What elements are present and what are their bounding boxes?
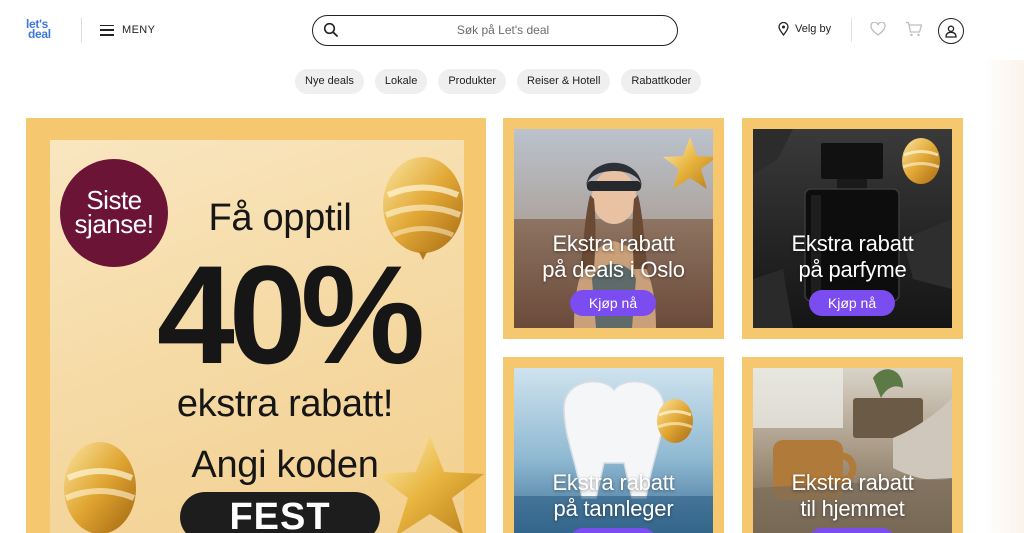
page: let's deal MENY Velg by	[0, 0, 1024, 533]
card-hjemmet-text: Ekstra rabatt til hjemmet	[753, 470, 952, 522]
category-chip-reiser-hotell[interactable]: Reiser & Hotell	[517, 69, 611, 94]
search-icon[interactable]	[323, 22, 339, 38]
card-parfyme-text: Ekstra rabatt på parfyme	[753, 231, 952, 283]
location-pin-icon	[778, 22, 789, 36]
card-tannleger-line1: Ekstra rabatt	[552, 470, 675, 495]
city-label: Velg by	[795, 23, 832, 35]
promo-card-oslo[interactable]: Ekstra rabatt på deals i Oslo Kjøp nå	[503, 118, 724, 339]
hamburger-icon	[100, 24, 114, 36]
search-input[interactable]	[343, 18, 663, 42]
card-parfyme-line1: Ekstra rabatt	[791, 231, 914, 256]
hero-banner[interactable]: Siste sjanse! Få opptil 40% ekstra rabat…	[26, 118, 486, 533]
hero-headline: Få opptil	[208, 197, 352, 239]
letsdeal-logo[interactable]: let's deal	[26, 18, 64, 43]
category-chip-produkter[interactable]: Produkter	[438, 69, 507, 94]
category-chip-lokale[interactable]: Lokale	[374, 69, 428, 94]
promo-image-oslo: Ekstra rabatt på deals i Oslo Kjøp nå	[514, 129, 713, 328]
menu-button[interactable]: MENY	[100, 22, 155, 38]
card-hjemmet-line1: Ekstra rabatt	[791, 470, 914, 495]
promo-image-hjemmet: Ekstra rabatt til hjemmet	[753, 368, 952, 533]
hero-discount-percent: 40%	[156, 236, 425, 393]
hero-code-instruction: Angi koden	[191, 444, 379, 486]
buy-now-button-hjemmet[interactable]	[809, 528, 895, 533]
card-tannleger-line2: på tannleger	[553, 496, 674, 521]
category-nav: Nye deals Lokale Produkter Reiser & Hote…	[295, 69, 712, 94]
heart-icon[interactable]	[870, 22, 886, 36]
header-divider-right	[851, 18, 852, 42]
hero-banner-panel: Siste sjanse! Få opptil 40% ekstra rabat…	[50, 140, 484, 533]
cart-icon[interactable]	[905, 21, 923, 37]
card-oslo-text: Ekstra rabatt på deals i Oslo	[514, 231, 713, 283]
promo-card-parfyme[interactable]: Ekstra rabatt på parfyme Kjøp nå	[742, 118, 963, 339]
gold-balloon-illustration-lower	[64, 442, 136, 533]
category-chip-rabattkoder[interactable]: Rabattkoder	[621, 69, 702, 94]
card-tannleger-text: Ekstra rabatt på tannleger	[514, 470, 713, 522]
category-chip-nye-deals[interactable]: Nye deals	[295, 69, 364, 94]
promo-card-tannleger[interactable]: Ekstra rabatt på tannleger	[503, 357, 724, 533]
header-divider	[81, 18, 82, 42]
promo-image-parfyme: Ekstra rabatt på parfyme Kjøp nå	[753, 129, 952, 328]
promo-code-pill: FEST	[180, 492, 380, 533]
account-button[interactable]	[938, 18, 964, 44]
card-oslo-line2: på deals i Oslo	[542, 257, 685, 282]
gold-balloon-icon	[657, 399, 693, 443]
menu-label: MENY	[122, 24, 156, 36]
site-header: let's deal MENY Velg by	[0, 0, 1024, 60]
logo-line2: deal	[28, 27, 51, 41]
promo-card-hjemmet[interactable]: Ekstra rabatt til hjemmet	[742, 357, 963, 533]
card-oslo-line1: Ekstra rabatt	[552, 231, 675, 256]
city-selector[interactable]: Velg by	[778, 22, 831, 36]
promo-image-tannleger: Ekstra rabatt på tannleger	[514, 368, 713, 533]
user-icon	[945, 25, 957, 38]
buy-now-button-tannleger[interactable]	[570, 528, 656, 533]
gold-balloon-icon	[902, 138, 940, 184]
hero-subheadline: ekstra rabatt!	[176, 383, 394, 425]
buy-now-button-oslo[interactable]: Kjøp nå	[570, 290, 656, 316]
search-bar[interactable]	[312, 15, 678, 46]
page-edge-fade	[984, 60, 1024, 533]
buy-now-button-parfyme[interactable]: Kjøp nå	[809, 290, 895, 316]
badge-line2: sjanse!	[74, 209, 154, 239]
card-hjemmet-line2: til hjemmet	[800, 496, 905, 521]
gold-star-icon	[663, 137, 713, 189]
card-parfyme-line2: på parfyme	[798, 257, 907, 282]
